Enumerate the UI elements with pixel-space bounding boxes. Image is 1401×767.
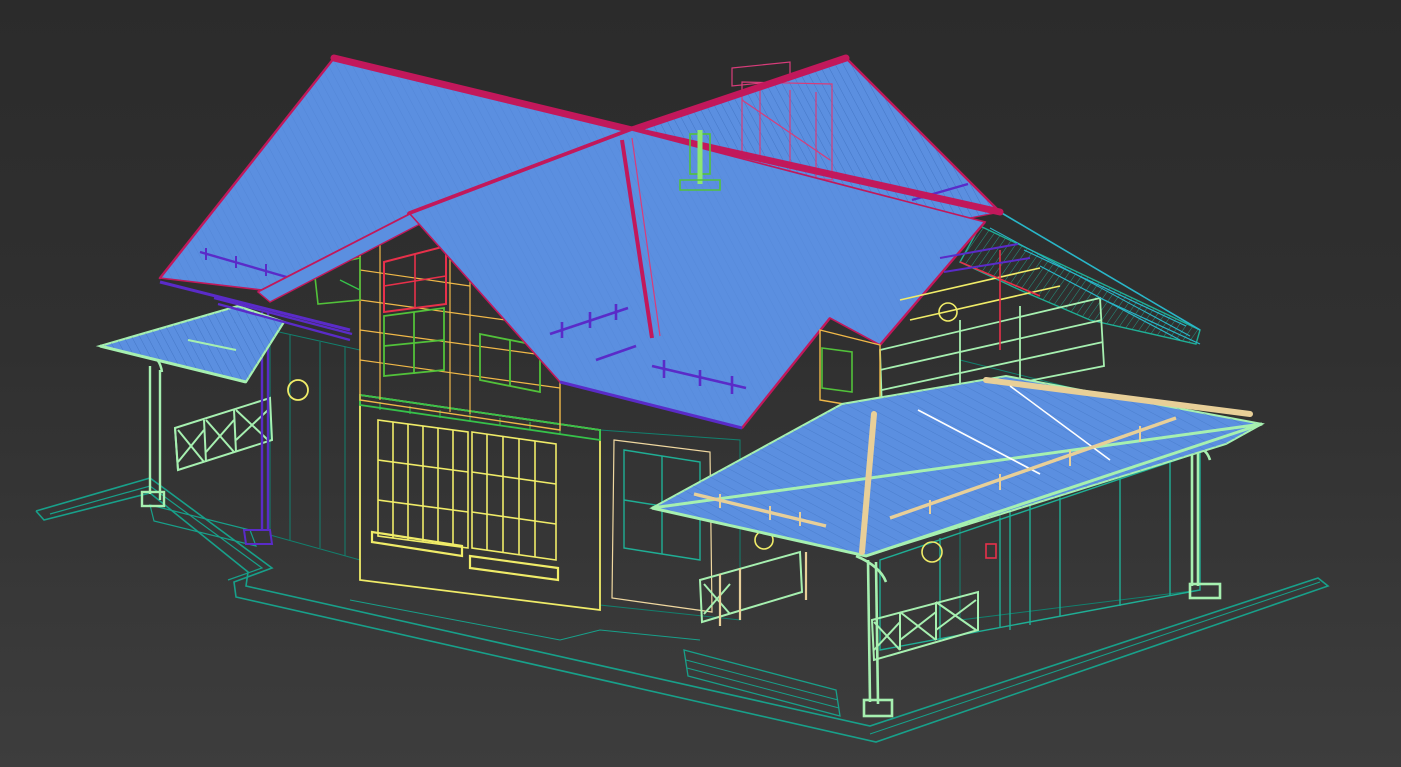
- house-wireframe-model[interactable]: [0, 0, 1401, 767]
- left-ornament: [287, 379, 309, 401]
- left-porch-columns[interactable]: [140, 350, 166, 508]
- 3d-viewport[interactable]: [0, 0, 1401, 767]
- left-porch[interactable]: [95, 304, 309, 545]
- entry-steps[interactable]: [149, 504, 841, 717]
- foundation[interactable]: [35, 477, 1330, 743]
- veranda-railing[interactable]: [698, 550, 979, 662]
- left-porch-railing[interactable]: [173, 396, 274, 472]
